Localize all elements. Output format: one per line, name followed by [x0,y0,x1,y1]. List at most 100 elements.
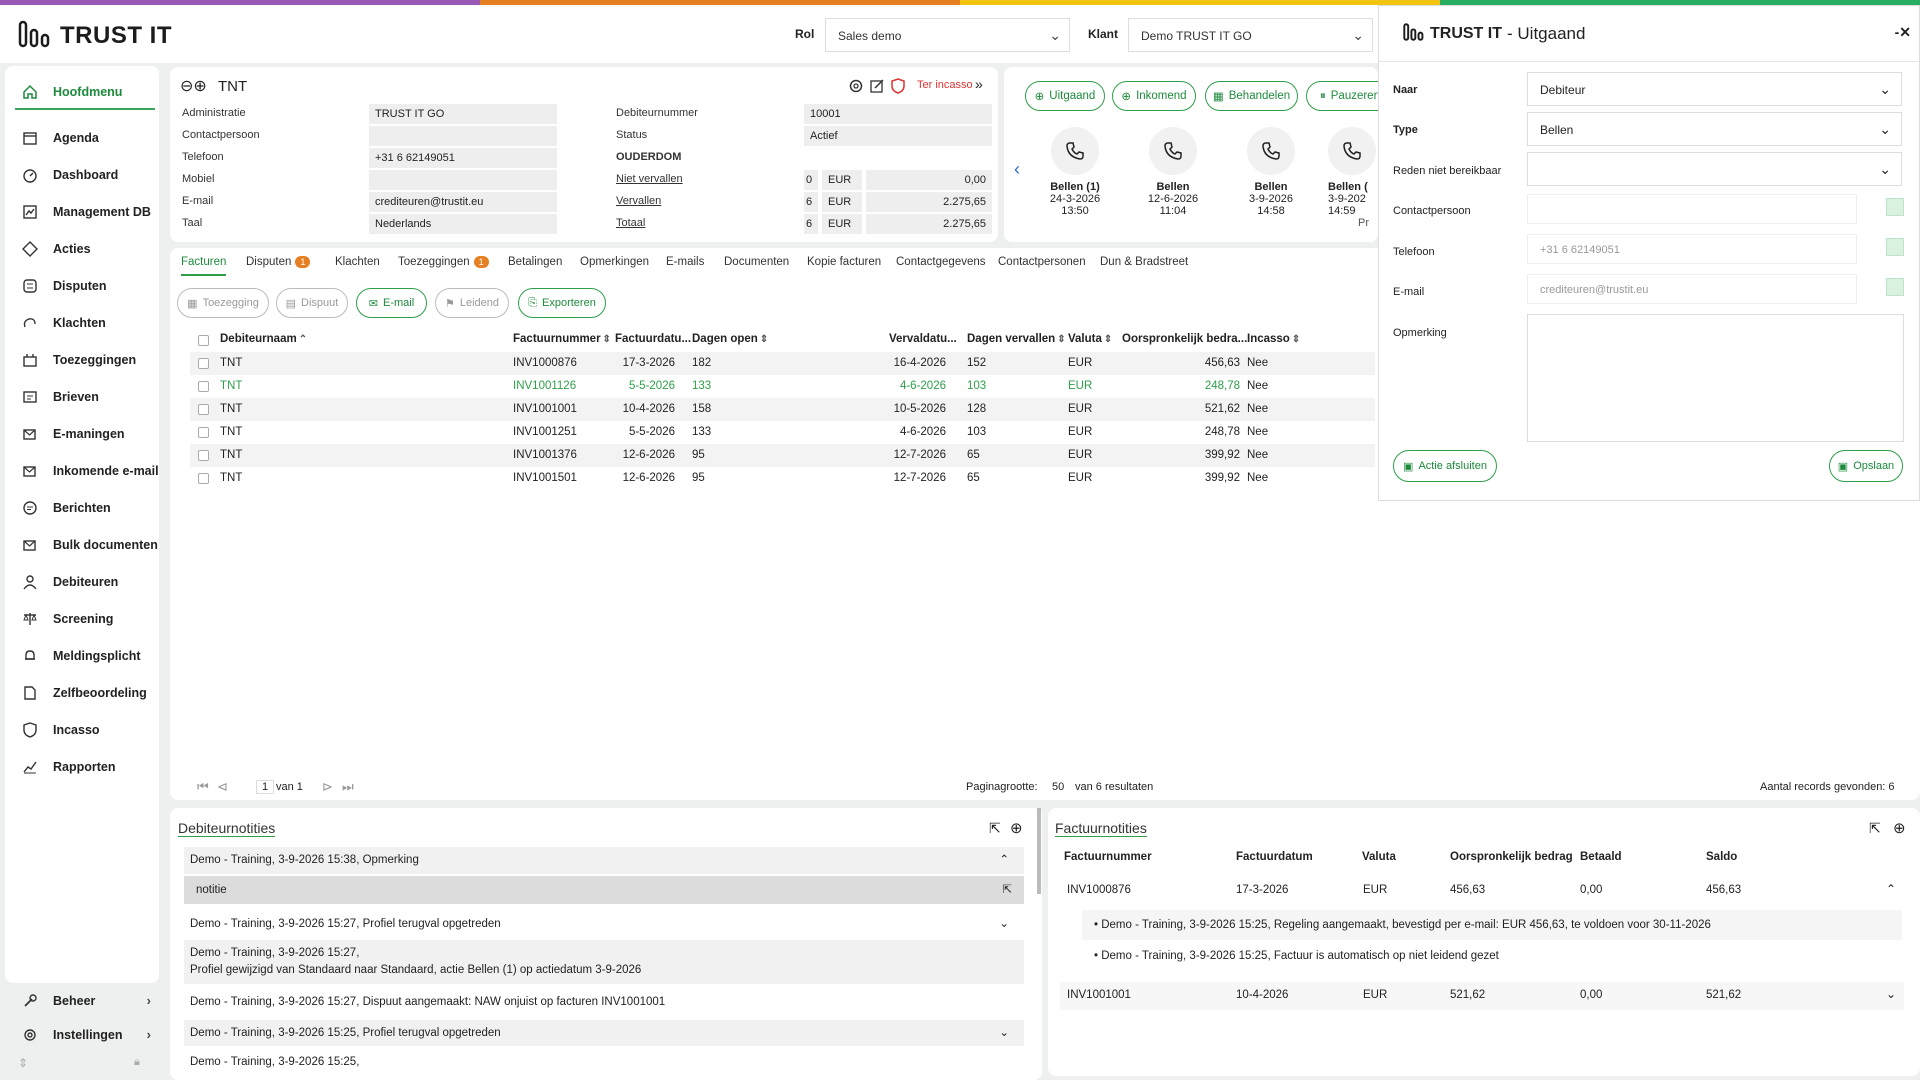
external-link-icon[interactable]: ⇱ [989,820,1001,837]
chevron-down-icon[interactable]: ⌄ [999,1025,1009,1039]
sidebar-item-klachten[interactable]: Klachten [15,306,159,340]
column-header-oorspronkelijk-bedrag[interactable]: Oorspronkelijk bedra... [1122,333,1247,345]
sidebar-item-hoofdmenu[interactable]: Hoofdmenu [15,76,155,110]
note-header[interactable]: Demo - Training, 3-9-2026 15:27, Dispuut… [184,991,1024,1015]
invoice-note-row[interactable]: INV1000876 17-3-2026 EUR 456,63 0,00 456… [1060,876,1904,904]
opmerking-textarea[interactable] [1527,314,1904,442]
column-header-incasso[interactable]: Incasso ⇕ [1247,333,1300,345]
tab-contactpersonen[interactable]: Contactpersonen [998,256,1086,268]
sidebar-collapse-icon[interactable]: ⇕ [18,1056,28,1070]
tab-disputen[interactable]: Disputen 1 [246,256,311,268]
first-page-icon[interactable]: ⏮︎ [197,779,209,795]
contactpersoon-checkbox[interactable] [1886,198,1904,216]
tab-klachten[interactable]: Klachten [335,256,380,268]
klant-select[interactable]: Demo TRUST IT GO ⌄ [1128,18,1373,52]
sidebar-item-bulk-documenten[interactable]: Bulk documenten [15,528,159,562]
sidebar-item-agenda[interactable]: Agenda [15,121,159,155]
exporteren-button[interactable]: ⎘ Exporteren [518,288,606,318]
row-checkbox[interactable] [198,473,209,484]
row-checkbox[interactable] [198,358,209,369]
sidebar-item-instellingen[interactable]: Instellingen › [15,1018,159,1052]
tab-dun-bradstreet[interactable]: Dun & Bradstreet [1100,256,1188,268]
sidebar-item-meldingsplicht[interactable]: Meldingsplicht [15,639,159,673]
sidebar-item-debiteuren[interactable]: Debiteuren [15,565,159,599]
note-header[interactable]: Demo - Training, 3-9-2026 15:25, Profiel… [184,1020,1024,1046]
action-item[interactable]: Bellen 3-9-2026 14:58 [1226,127,1316,217]
table-row[interactable]: TNT INV1001251 5-5-2026 133 4-6-2026 103… [190,421,1375,444]
add-note-icon[interactable]: ⊕ [1010,819,1023,837]
tab-kopie-facturen[interactable]: Kopie facturen [807,256,881,268]
table-row[interactable]: TNT INV1001376 12-6-2026 95 12-7-2026 65… [190,444,1375,467]
logo[interactable]: TRUST IT [18,20,172,48]
chevron-up-icon[interactable]: ⌃ [1886,882,1896,896]
page-input[interactable]: 1 [256,780,275,794]
row-checkbox[interactable] [198,404,209,415]
uitgaand-button[interactable]: ⊕ Uitgaand [1025,81,1105,111]
column-header-dagen-vervallen[interactable]: Dagen vervallen ⇕ [967,333,1066,345]
action-item[interactable]: Bellen ( 3-9-202 14:59 Pr [1324,127,1378,229]
table-row[interactable]: TNT INV1001501 12-6-2026 95 12-7-2026 65… [190,467,1375,490]
rol-select[interactable]: Sales demo ⌄ [825,18,1070,52]
note-header[interactable]: Demo - Training, 3-9-2026 15:27, Profiel… [184,940,1024,984]
column-header-factuurnummer[interactable]: Factuurnummer ⇕ [513,333,611,345]
page-size-select[interactable]: 50 [1052,781,1064,793]
type-select[interactable]: Bellen ⌄ [1527,112,1902,146]
email-field[interactable]: crediteuren@trustit.eu [1527,274,1857,304]
close-icon[interactable]: -✕ [1895,24,1911,41]
chevron-left-icon[interactable]: ‹ [1014,159,1020,180]
actie-afsluiten-button[interactable]: ▣ Actie afsluiten [1393,450,1497,482]
contactpersoon-field[interactable] [1527,194,1857,224]
toezegging-button[interactable]: ▦ Toezegging [177,288,269,318]
column-header-dagen-open[interactable]: Dagen open ⇕ [692,333,768,345]
row-checkbox[interactable] [198,450,209,461]
inkomend-button[interactable]: ⊕ Inkomend [1112,81,1196,111]
sidebar-item-zelfbeoordeling[interactable]: Zelfbeoordeling [15,676,159,710]
niet-vervallen-link[interactable]: Niet vervallen [616,173,683,185]
tab-opmerkingen[interactable]: Opmerkingen [580,256,649,268]
tab-e-mails[interactable]: E-mails [666,256,704,268]
action-item[interactable]: Bellen 12-6-2026 11:04 [1128,127,1218,217]
email-checkbox[interactable] [1886,278,1904,296]
column-header-debiteurnaam[interactable]: Debiteurnaam ⌃ [220,333,307,345]
lock-icon[interactable]: 🔒︎ [134,1056,140,1069]
next-page-icon[interactable]: ⊳ [322,779,333,795]
chevron-down-icon[interactable]: ⌄ [1886,987,1896,1001]
sidebar-item-e-maningen[interactable]: E-maningen [15,417,159,451]
sidebar-item-inkomende-email[interactable]: Inkomende e-mail [15,454,159,488]
sidebar-item-screening[interactable]: Screening [15,602,159,636]
nav-arrows-icon[interactable]: ⊖⊕ [180,76,207,96]
last-page-icon[interactable]: ⏭︎ [342,779,354,795]
chevron-up-icon[interactable]: ⌃ [999,852,1009,866]
column-header-vervaldatum[interactable]: Vervaldatu... [889,333,957,345]
telefoon-field[interactable]: +31 6 62149051 [1527,234,1857,264]
tab-contactgegevens[interactable]: Contactgegevens [896,256,986,268]
table-row[interactable]: TNT INV1001001 10-4-2026 158 10-5-2026 1… [190,398,1375,421]
tab-betalingen[interactable]: Betalingen [508,256,562,268]
behandelen-button[interactable]: ▦ Behandelen [1205,81,1298,111]
sidebar-item-toezeggingen[interactable]: Toezeggingen [15,343,159,377]
note-header[interactable]: Demo - Training, 3-9-2026 15:27, Profiel… [184,913,1024,937]
select-all-checkbox[interactable] [198,335,209,346]
sidebar-item-incasso[interactable]: Incasso [15,713,159,747]
external-link-icon[interactable]: ⇱ [1869,820,1881,837]
action-item[interactable]: Bellen (1) 24-3-2026 13:50 [1030,127,1120,217]
sidebar-item-acties[interactable]: Acties [15,232,159,266]
pauzeren-button[interactable]: ⏸︎ Pauzeren [1306,81,1378,111]
scrollbar[interactable] [1037,808,1041,894]
sidebar-item-management-db[interactable]: Management DB [15,195,159,229]
column-header-factuurdatum[interactable]: Factuurdatu... [615,333,691,345]
totaal-link[interactable]: Totaal [616,217,645,229]
edit-icon[interactable] [868,77,886,95]
row-checkbox[interactable] [198,381,209,392]
note-header[interactable]: Demo - Training, 3-9-2026 15:25, [184,1054,1024,1074]
tab-facturen[interactable]: Facturen [181,256,227,276]
external-link-icon[interactable]: ⇱ [1002,882,1012,896]
vervallen-link[interactable]: Vervallen [616,195,661,207]
sidebar-item-rapporten[interactable]: Rapporten [15,750,159,784]
add-note-icon[interactable]: ⊕ [1893,819,1906,837]
row-checkbox[interactable] [198,427,209,438]
telefoon-checkbox[interactable] [1886,238,1904,256]
prev-page-icon[interactable]: ⊲ [217,779,228,795]
tab-documenten[interactable]: Documenten [724,256,789,268]
email-button[interactable]: ✉ E-mail [356,288,427,318]
